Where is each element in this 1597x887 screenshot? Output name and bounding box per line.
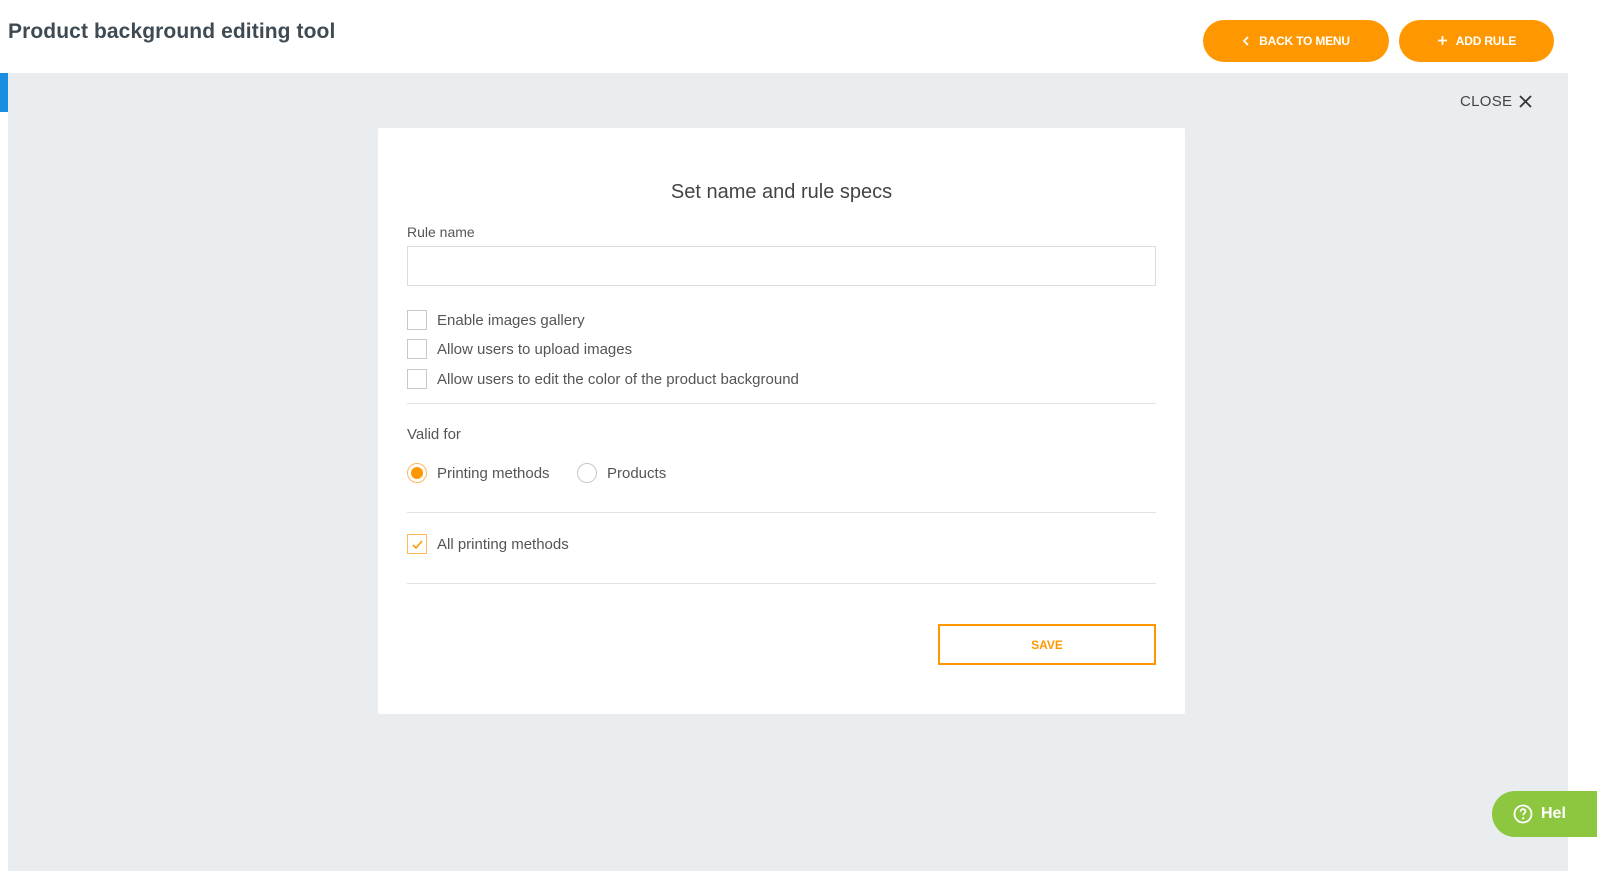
radio-label: Printing methods: [437, 464, 550, 482]
radio-button[interactable]: [577, 463, 597, 483]
checkbox-box[interactable]: [407, 339, 427, 359]
checkbox-label: Allow users to upload images: [437, 340, 633, 358]
radio-dot: [411, 467, 423, 479]
add-rule-button[interactable]: ADD RULE: [1399, 20, 1554, 62]
check-icon: [411, 539, 423, 549]
modal-title: Set name and rule specs: [670, 181, 893, 203]
radio-label: Products: [607, 464, 667, 482]
rule-name-input[interactable]: [407, 246, 1156, 286]
allow-color-edit-checkbox[interactable]: Allow users to edit the color of the pro…: [407, 369, 799, 389]
checkbox-box[interactable]: [407, 310, 427, 330]
plus-icon: [1437, 34, 1448, 48]
rule-specs-modal: Set name and rule specs Rule name Enable…: [378, 128, 1185, 714]
allow-upload-checkbox[interactable]: Allow users to upload images: [407, 339, 632, 359]
radio-products[interactable]: Products: [577, 463, 666, 483]
checkbox-label: Enable images gallery: [437, 311, 585, 329]
close-icon: [1519, 95, 1532, 108]
checkbox-box[interactable]: [407, 534, 427, 554]
back-to-menu-label: BACK TO MENU: [1259, 34, 1350, 48]
checkbox-label: Allow users to edit the color of the pro…: [437, 370, 799, 388]
divider: [407, 403, 1156, 404]
divider: [407, 583, 1156, 584]
chevron-left-icon: [1242, 34, 1251, 48]
rule-name-label: Rule name: [407, 224, 475, 240]
radio-button[interactable]: [407, 463, 427, 483]
help-button[interactable]: Hel: [1492, 791, 1597, 837]
valid-for-label: Valid for: [407, 426, 461, 443]
add-rule-label: ADD RULE: [1455, 34, 1517, 48]
question-icon: [1513, 804, 1533, 824]
checkbox-label: All printing methods: [437, 535, 569, 553]
top-bar: Product background editing tool BACK TO …: [0, 0, 1597, 73]
close-label: CLOSE: [1460, 93, 1513, 110]
save-button[interactable]: SAVE: [938, 624, 1156, 665]
help-label: Hel: [1541, 805, 1566, 822]
sidebar-accent: [0, 73, 8, 112]
all-printing-methods-checkbox[interactable]: All printing methods: [407, 534, 569, 554]
enable-gallery-checkbox[interactable]: Enable images gallery: [407, 310, 585, 330]
checkbox-box[interactable]: [407, 369, 427, 389]
close-button[interactable]: CLOSE: [1460, 93, 1533, 110]
divider: [407, 512, 1156, 513]
page-title: Product background editing tool: [8, 20, 336, 43]
radio-printing-methods[interactable]: Printing methods: [407, 463, 550, 483]
back-to-menu-button[interactable]: BACK TO MENU: [1203, 20, 1389, 62]
